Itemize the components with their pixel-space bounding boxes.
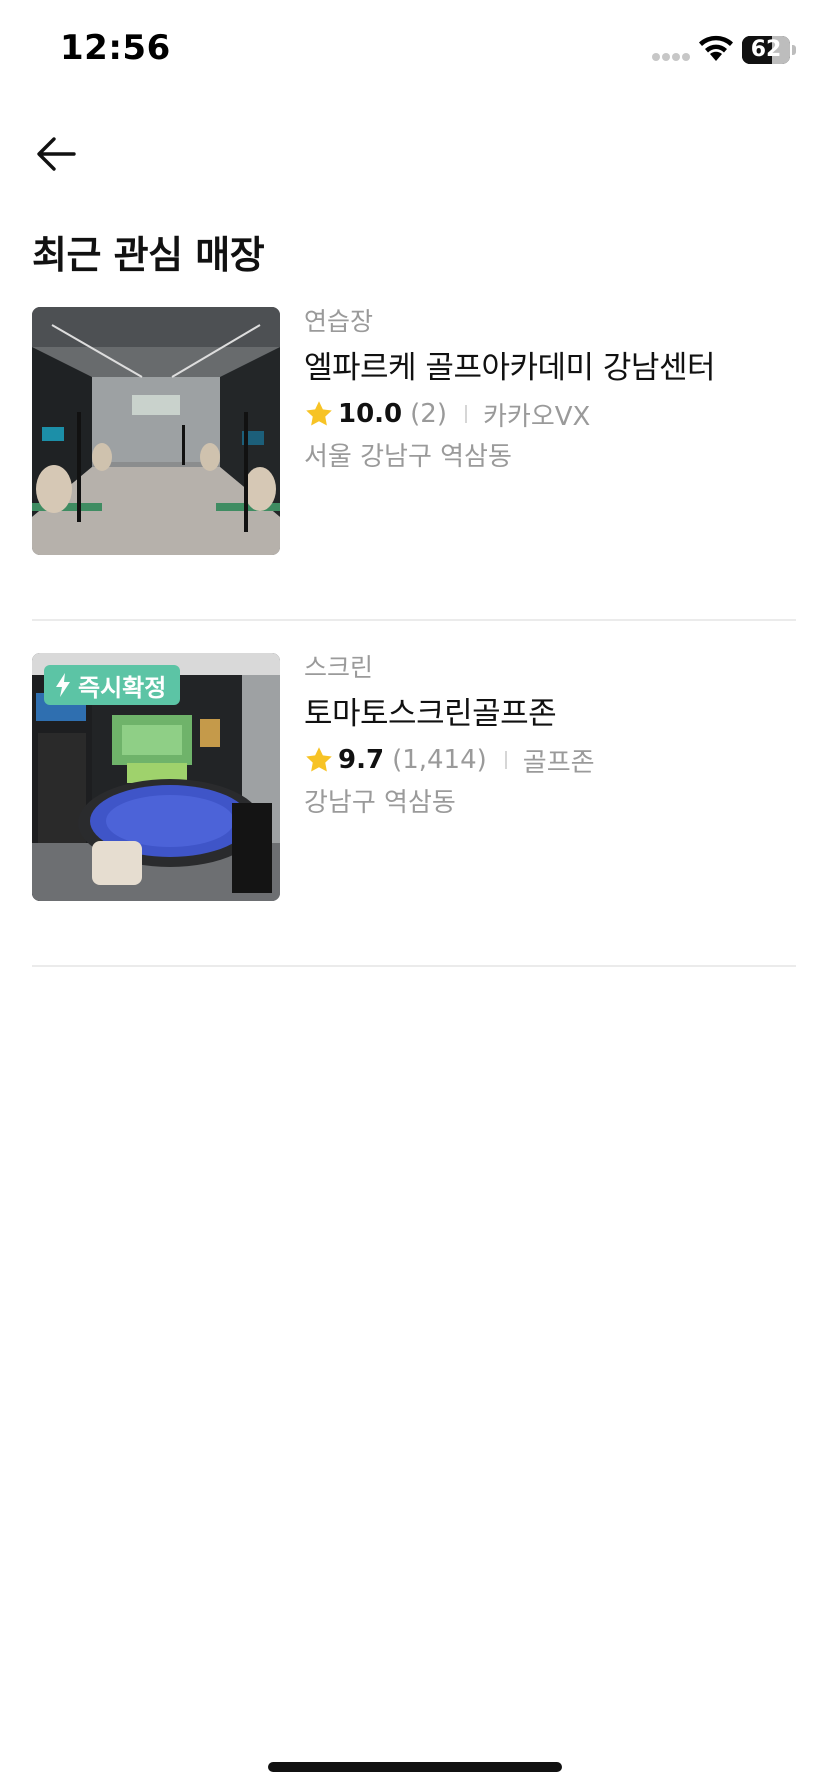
store-thumbnail: 즉시확정 <box>32 653 280 901</box>
store-rating-row: 10.0 (2) 카카오VX <box>304 393 796 435</box>
battery-percent: 62 <box>750 37 782 62</box>
store-list: 연습장 엘파르케 골프아카데미 강남센터 10.0 (2) 카카오VX 서울 강… <box>32 307 796 967</box>
store-address: 강남구 역삼동 <box>304 788 456 818</box>
screen: 12:56 62 최근 관심 매장 연습장 엘파르케 골프아카데미 강남센터 1… <box>0 0 828 1792</box>
arrow-left-icon <box>37 137 76 171</box>
status-time: 12:56 <box>60 28 171 68</box>
status-bar: 12:56 62 <box>0 0 828 100</box>
separator <box>465 405 467 423</box>
rating-score: 9.7 <box>338 745 385 775</box>
store-info: 스크린 토마토스크린골프존 9.7 (1,414) 골프존 강남구 역삼동 <box>304 653 796 823</box>
star-icon <box>304 399 334 429</box>
store-info: 연습장 엘파르케 골프아카데미 강남센터 10.0 (2) 카카오VX 서울 강… <box>304 307 796 477</box>
store-category: 연습장 <box>304 307 374 336</box>
back-button[interactable] <box>28 126 84 182</box>
store-name: 엘파르케 골프아카데미 강남센터 <box>304 350 716 386</box>
cellular-signal-icon <box>652 53 692 63</box>
review-count: (2) <box>410 399 447 429</box>
store-brand: 카카오VX <box>483 401 591 432</box>
rating-score: 10.0 <box>338 399 403 429</box>
store-list-item[interactable]: 즉시확정 스크린 토마토스크린골프존 9.7 (1,414) 골프존 강남구 역… <box>32 653 796 967</box>
badge-label: 즉시확정 <box>78 673 167 702</box>
battery-icon: 62 <box>742 36 790 64</box>
store-address: 서울 강남구 역삼동 <box>304 442 512 472</box>
lightning-icon <box>54 672 72 698</box>
store-category: 스크린 <box>304 653 374 682</box>
store-name: 토마토스크린골프존 <box>304 696 557 732</box>
separator <box>504 751 507 769</box>
battery-nub <box>792 45 796 55</box>
store-rating-row: 9.7 (1,414) 골프존 <box>304 739 796 781</box>
store-list-item[interactable]: 연습장 엘파르케 골프아카데미 강남센터 10.0 (2) 카카오VX 서울 강… <box>32 307 796 621</box>
store-brand: 골프존 <box>522 747 595 778</box>
store-thumbnail <box>32 307 280 555</box>
home-indicator <box>268 1762 562 1772</box>
review-count: (1,414) <box>392 745 487 775</box>
instant-confirm-badge: 즉시확정 <box>44 665 181 705</box>
wifi-icon <box>698 34 734 62</box>
page-title: 최근 관심 매장 <box>32 233 265 277</box>
star-icon <box>304 745 334 775</box>
